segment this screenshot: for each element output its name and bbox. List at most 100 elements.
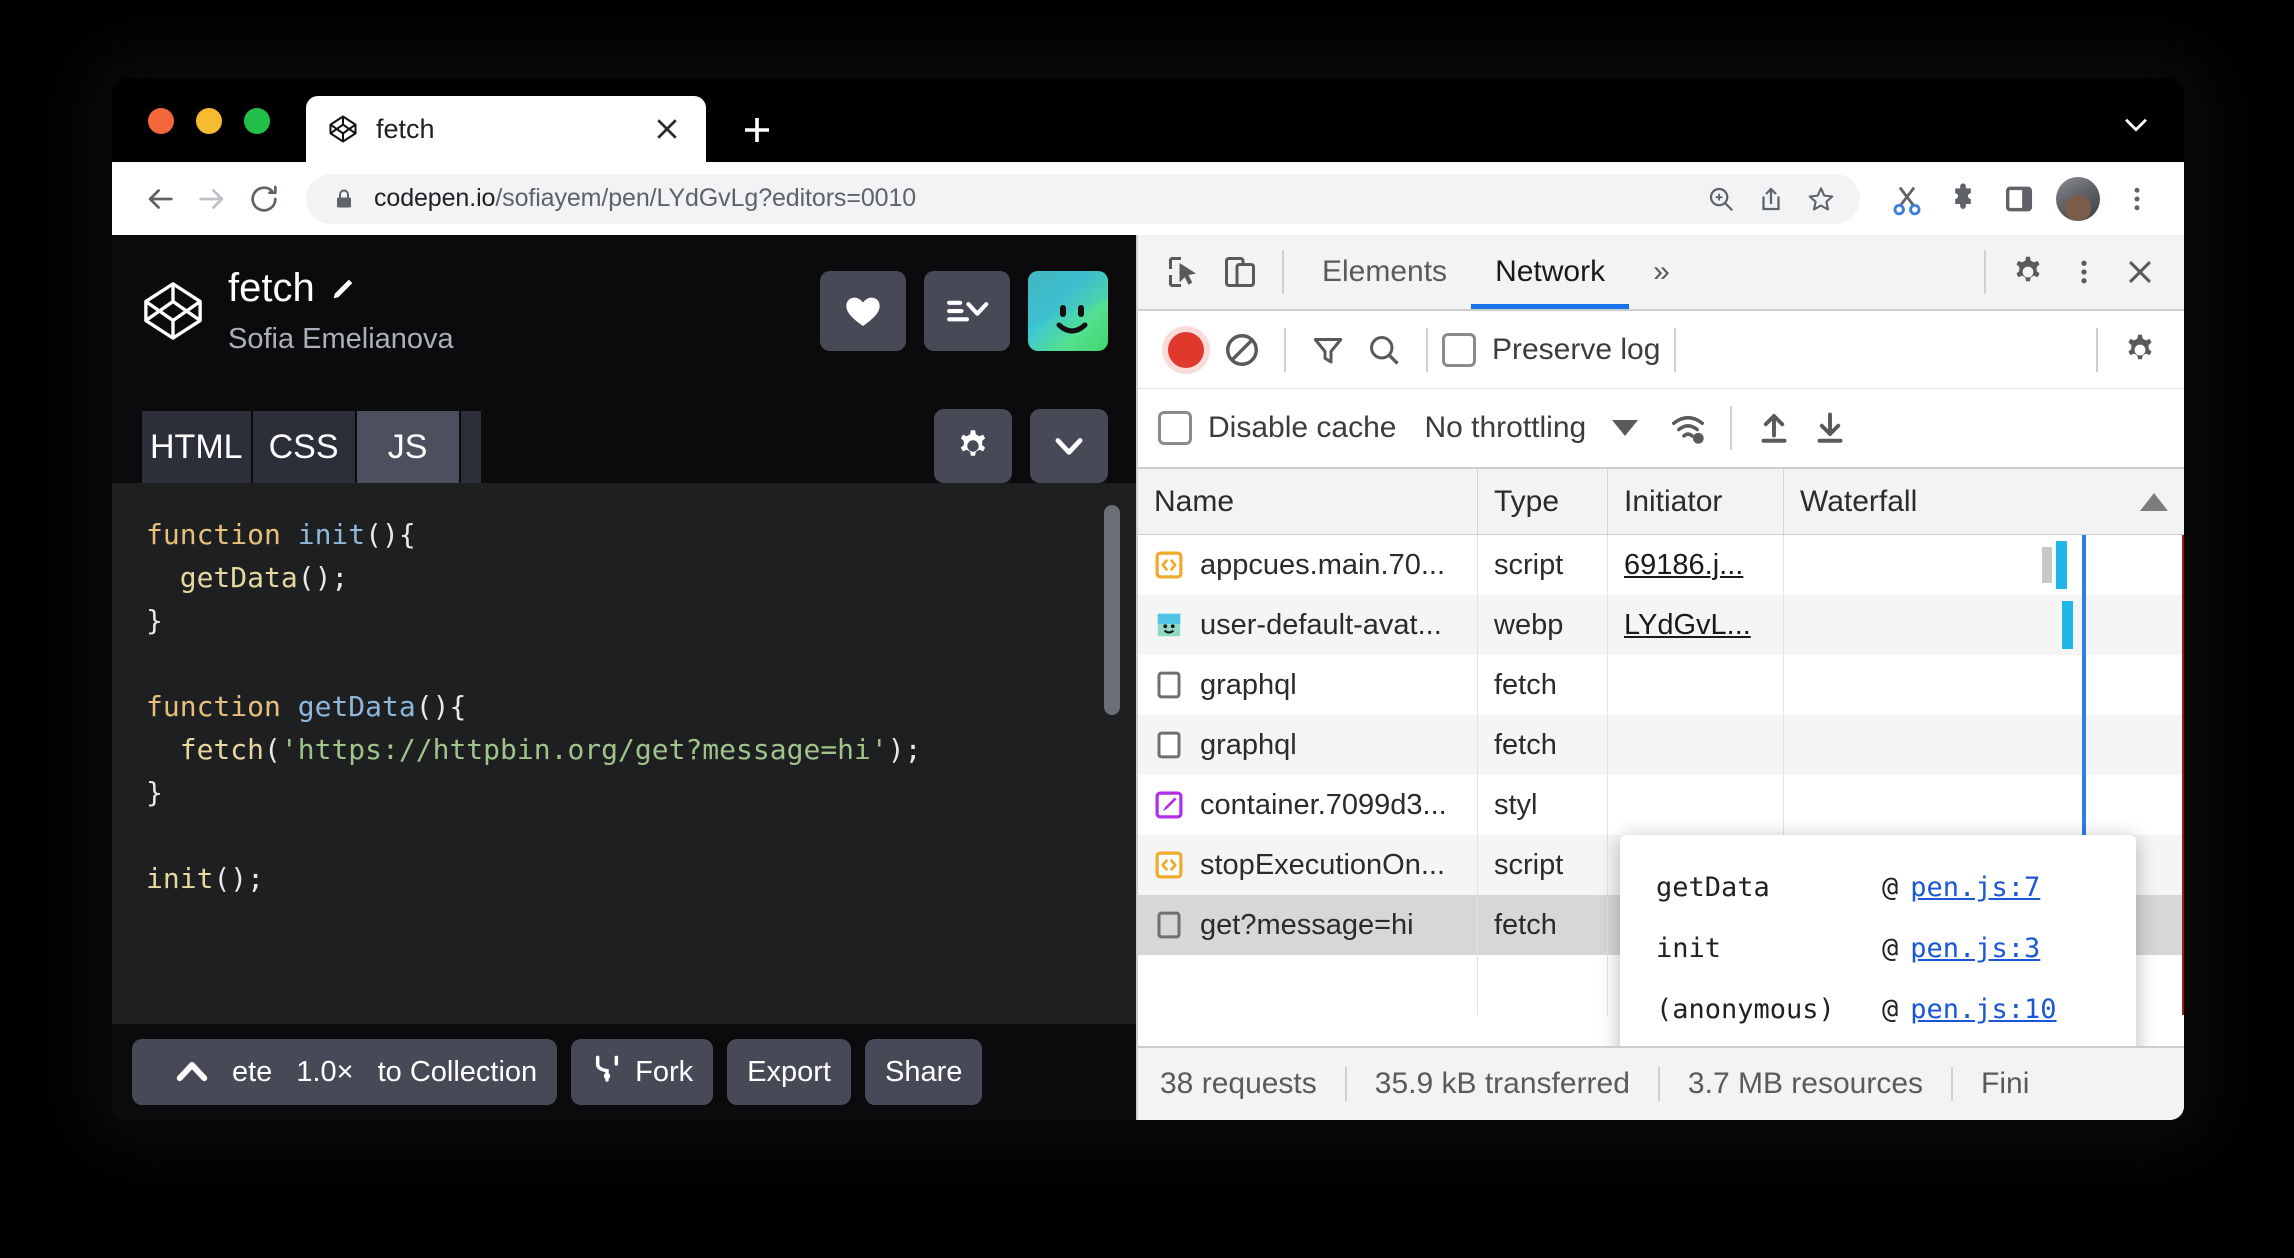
back-arrow-icon[interactable] bbox=[134, 173, 186, 225]
row-name-cell[interactable]: get?message=hi bbox=[1138, 895, 1478, 955]
column-header-waterfall[interactable]: Waterfall bbox=[1784, 469, 2184, 534]
download-arrow-icon[interactable] bbox=[1802, 400, 1858, 456]
callstack-source-link[interactable]: pen.js:7 bbox=[1910, 857, 2040, 918]
row-waterfall-cell bbox=[1784, 535, 2184, 595]
table-row[interactable]: user-default-avat... webp LYdGvL... bbox=[1138, 595, 2184, 655]
row-waterfall-cell bbox=[1784, 775, 2184, 835]
row-initiator-cell[interactable] bbox=[1608, 715, 1784, 775]
editor-settings-gear-icon[interactable] bbox=[934, 409, 1012, 483]
network-settings-gear-icon[interactable] bbox=[2112, 322, 2168, 378]
browser-window: fetch codepen.io/sofiayem/pen/LYdGvLg?ed… bbox=[112, 78, 2184, 1120]
tab-network[interactable]: Network bbox=[1471, 235, 1630, 309]
codepen-footer-bar: ete 1.0× to Collection Fork Export Share bbox=[112, 1024, 1136, 1120]
editor-tab-css[interactable]: CSS bbox=[252, 411, 357, 483]
maximize-window-button[interactable] bbox=[244, 108, 270, 134]
share-button[interactable]: Share bbox=[865, 1039, 983, 1105]
tab-elements[interactable]: Elements bbox=[1298, 235, 1471, 309]
table-row[interactable]: graphql fetch bbox=[1138, 655, 2184, 715]
column-header-initiator[interactable]: Initiator bbox=[1608, 469, 1784, 534]
share-icon[interactable] bbox=[1748, 176, 1794, 222]
more-menu-icon[interactable] bbox=[2112, 174, 2162, 224]
editor-tab-html[interactable]: HTML bbox=[142, 411, 253, 483]
row-name-cell[interactable]: graphql bbox=[1138, 715, 1478, 775]
editor-collapse-chevron-down-icon[interactable] bbox=[1030, 409, 1108, 483]
inspect-element-icon[interactable] bbox=[1156, 244, 1212, 300]
extensions-puzzle-icon[interactable] bbox=[1938, 174, 1988, 224]
fork-icon bbox=[591, 1052, 623, 1092]
wifi-settings-icon[interactable] bbox=[1660, 400, 1716, 456]
like-button[interactable] bbox=[820, 271, 906, 351]
editor-scrollbar-thumb[interactable] bbox=[1104, 505, 1120, 715]
table-row[interactable]: container.7099d3... styl bbox=[1138, 775, 2184, 835]
table-row[interactable]: appcues.main.70... script 69186.j... bbox=[1138, 535, 2184, 595]
zoom-icon[interactable] bbox=[1698, 176, 1744, 222]
row-name-cell[interactable]: graphql bbox=[1138, 655, 1478, 715]
fork-button[interactable]: Fork bbox=[571, 1039, 714, 1105]
export-button[interactable]: Export bbox=[727, 1039, 851, 1105]
script-file-icon bbox=[1154, 550, 1184, 580]
more-tabs-icon[interactable]: » bbox=[1629, 235, 1694, 309]
editor-tab-overflow[interactable] bbox=[460, 411, 483, 483]
minimize-window-button[interactable] bbox=[196, 108, 222, 134]
initiator-link[interactable]: 69186.j... bbox=[1624, 549, 1743, 582]
row-type-cell bbox=[1478, 955, 1608, 1015]
pen-run-controls[interactable]: ete 1.0× to Collection bbox=[232, 1039, 558, 1105]
address-bar[interactable]: codepen.io/sofiayem/pen/LYdGvLg?editors=… bbox=[306, 173, 1860, 224]
requests-count: 38 requests bbox=[1160, 1067, 1347, 1101]
callstack-source-link[interactable]: pen.js:10 bbox=[1910, 979, 2056, 1040]
row-initiator-cell[interactable]: 69186.j... bbox=[1608, 535, 1784, 595]
initiator-link[interactable]: LYdGvL... bbox=[1624, 609, 1751, 642]
preserve-log-label: Preserve log bbox=[1492, 332, 1661, 366]
row-initiator-cell[interactable] bbox=[1608, 775, 1784, 835]
callstack-at-symbol: @ bbox=[1882, 872, 1899, 903]
add-to-collection-button[interactable] bbox=[924, 271, 1010, 351]
search-icon[interactable] bbox=[1356, 322, 1412, 378]
row-name-cell[interactable]: stopExecutionOn... bbox=[1138, 835, 1478, 895]
table-row[interactable]: graphql fetch bbox=[1138, 715, 2184, 775]
row-name-cell[interactable]: appcues.main.70... bbox=[1138, 535, 1478, 595]
device-toolbar-toggle-icon[interactable] bbox=[1212, 244, 1268, 300]
clear-network-log-icon[interactable] bbox=[1214, 322, 1270, 378]
browser-tab[interactable]: fetch bbox=[306, 96, 706, 162]
preserve-log-checkbox[interactable] bbox=[1442, 332, 1476, 367]
scissors-icon[interactable] bbox=[1882, 174, 1932, 224]
export-label: Export bbox=[747, 1055, 831, 1088]
tab-search-chevron-down-icon[interactable] bbox=[2116, 104, 2156, 144]
user-avatar[interactable] bbox=[1028, 271, 1108, 351]
reload-icon[interactable] bbox=[238, 173, 290, 225]
chevron-down-icon[interactable] bbox=[1612, 420, 1639, 436]
upload-arrow-icon[interactable] bbox=[1746, 400, 1802, 456]
close-window-button[interactable] bbox=[148, 108, 174, 134]
callstack-source-link[interactable]: pen.js:3 bbox=[1910, 918, 2040, 979]
row-name-cell bbox=[1138, 955, 1478, 1015]
row-name-cell[interactable]: container.7099d3... bbox=[1138, 775, 1478, 835]
js-code-editor[interactable]: function init(){ getData(); } function g… bbox=[112, 483, 1136, 1024]
record-icon[interactable] bbox=[1158, 322, 1214, 378]
disable-cache-checkbox[interactable] bbox=[1158, 411, 1192, 445]
sort-ascending-arrow-icon[interactable] bbox=[2140, 492, 2168, 511]
browser-content: fetch Sofia Emelianova HTML CSS JS funct… bbox=[112, 235, 2184, 1120]
pen-author[interactable]: Sofia Emelianova bbox=[228, 323, 820, 356]
devtools-main-toolbar: Elements Network » bbox=[1138, 235, 2184, 311]
devtools-settings-gear-icon[interactable] bbox=[2000, 244, 2056, 300]
devtools-more-vertical-icon[interactable] bbox=[2056, 244, 2112, 300]
column-header-type[interactable]: Type bbox=[1478, 469, 1608, 534]
row-initiator-cell[interactable]: LYdGvL... bbox=[1608, 595, 1784, 655]
filter-icon[interactable] bbox=[1300, 322, 1356, 378]
callstack-entry: (anonymous) @ pen.js:10 bbox=[1656, 979, 2106, 1040]
new-tab-button[interactable] bbox=[737, 110, 777, 150]
network-rows-container[interactable]: appcues.main.70... script 69186.j... use… bbox=[1138, 535, 2184, 1046]
throttling-select[interactable]: No throttling bbox=[1424, 411, 1586, 445]
row-initiator-cell[interactable] bbox=[1608, 655, 1784, 715]
editor-tab-js[interactable]: JS bbox=[356, 411, 461, 483]
side-panel-icon[interactable] bbox=[1994, 174, 2044, 224]
column-header-name[interactable]: Name bbox=[1138, 469, 1478, 534]
image-file-icon bbox=[1154, 610, 1184, 640]
devtools-close-icon[interactable] bbox=[2112, 244, 2168, 300]
edit-pencil-icon[interactable] bbox=[329, 275, 357, 303]
callstack-at-symbol: @ bbox=[1882, 933, 1899, 964]
bookmark-star-icon[interactable] bbox=[1798, 176, 1844, 222]
close-tab-icon[interactable] bbox=[650, 112, 684, 146]
profile-avatar[interactable] bbox=[2056, 176, 2100, 221]
row-name-cell[interactable]: user-default-avat... bbox=[1138, 595, 1478, 655]
